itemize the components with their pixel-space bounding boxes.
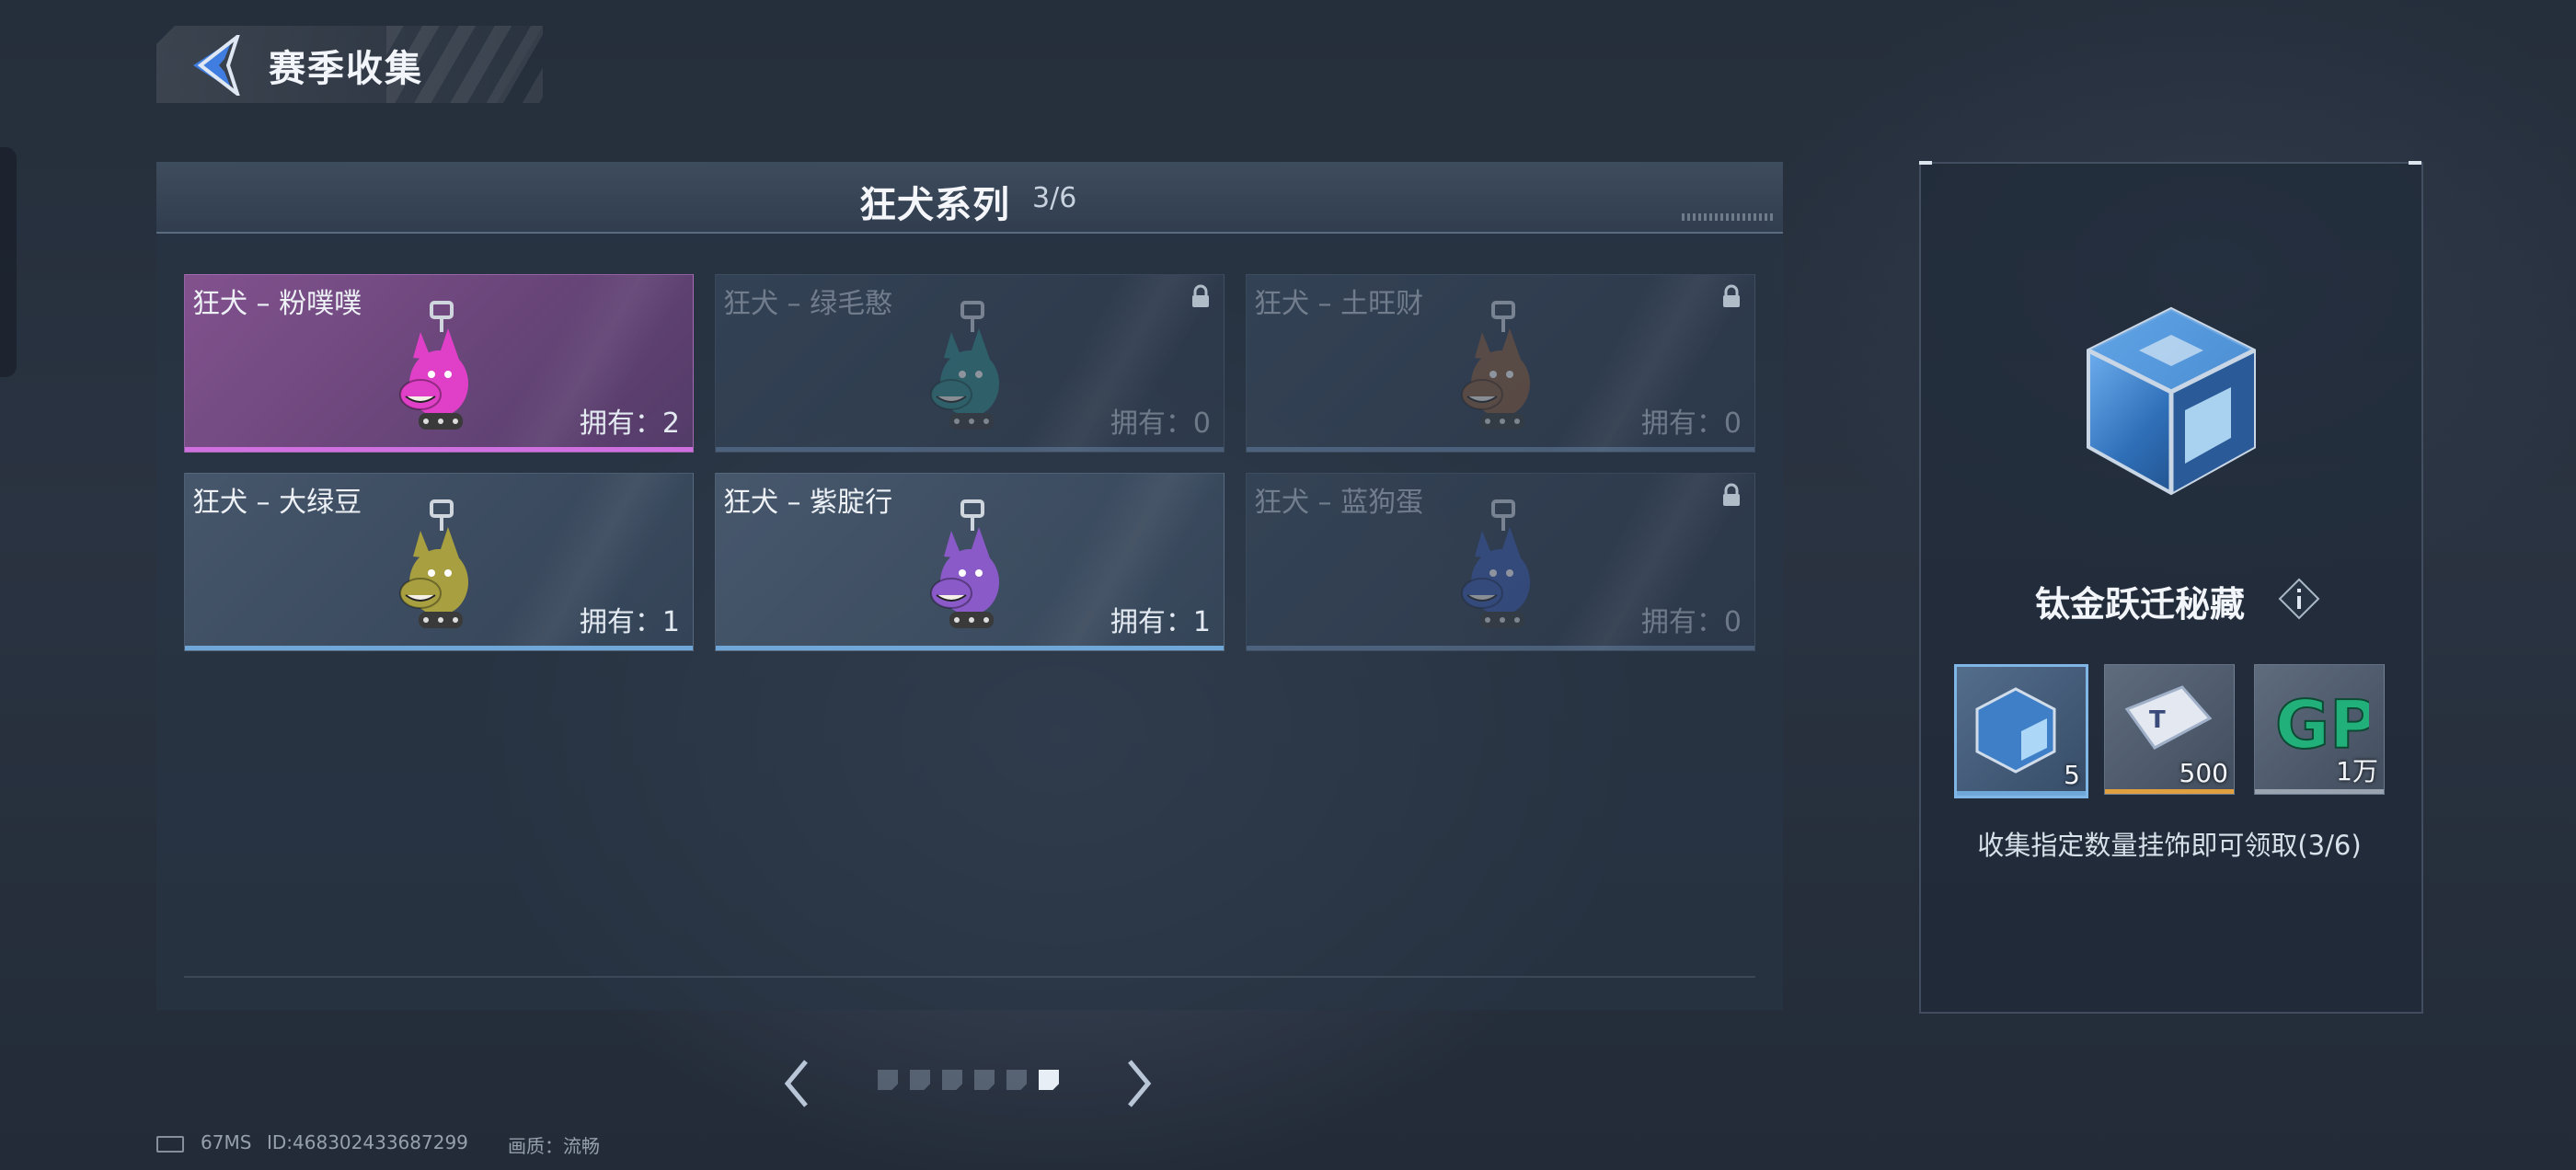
back-button[interactable] xyxy=(184,31,248,99)
page-dot[interactable] xyxy=(974,1070,995,1090)
dog-charm-icon xyxy=(395,301,477,439)
card-rarity-bar xyxy=(1247,447,1754,452)
reward-item[interactable]: 5 xyxy=(1954,664,2088,798)
owned-count: 拥有：1 xyxy=(579,606,680,638)
previous-page-button[interactable] xyxy=(778,1056,815,1111)
owned-count: 拥有：0 xyxy=(1640,407,1742,440)
reward-quantity: 500 xyxy=(2179,758,2228,788)
lock-icon xyxy=(1190,284,1211,308)
owned-count: 拥有：1 xyxy=(1110,606,1211,638)
reward-item[interactable]: T 500 xyxy=(2104,664,2235,795)
info-button[interactable] xyxy=(2278,578,2320,620)
page-dot[interactable] xyxy=(910,1070,930,1090)
panel-corner-mark xyxy=(1919,161,1932,165)
player-id: ID:468302433687299 xyxy=(267,1131,468,1153)
ping-readout: 67MS xyxy=(201,1131,252,1153)
card-name: 狂犬 – 粉噗噗 xyxy=(192,288,362,320)
reward-rarity-bar xyxy=(2255,789,2384,794)
reward-quantity: 1万 xyxy=(2336,756,2378,786)
reward-rarity-bar xyxy=(2105,789,2234,794)
card-name: 狂犬 – 土旺财 xyxy=(1254,288,1424,320)
collection-card[interactable]: 狂犬 – 蓝狗蛋拥有：0 xyxy=(1246,473,1755,651)
card-rarity-bar xyxy=(716,447,1224,452)
card-name: 狂犬 – 蓝狗蛋 xyxy=(1254,487,1424,519)
dog-charm-icon xyxy=(926,499,1008,637)
reward-cube-image xyxy=(2070,300,2272,502)
panel-divider xyxy=(184,976,1755,978)
card-name: 狂犬 – 大绿豆 xyxy=(192,487,362,519)
lock-icon xyxy=(1721,284,1742,308)
side-edge-tab xyxy=(0,147,17,377)
page-title: 赛季收集 xyxy=(269,48,423,90)
card-name: 狂犬 – 绿毛憨 xyxy=(723,288,893,320)
dog-charm-icon xyxy=(395,499,477,637)
owned-count: 拥有：2 xyxy=(579,407,680,440)
card-rarity-bar xyxy=(1247,646,1754,650)
svg-text:T: T xyxy=(2149,706,2166,734)
owned-count: 拥有：0 xyxy=(1110,407,1211,440)
dog-charm-icon xyxy=(1456,301,1539,439)
collection-card[interactable]: 狂犬 – 大绿豆拥有：1 xyxy=(184,473,694,651)
page-dot[interactable] xyxy=(878,1070,898,1090)
page-dot[interactable] xyxy=(1039,1070,1059,1090)
collection-card[interactable]: 狂犬 – 紫腚行拥有：1 xyxy=(715,473,1225,651)
reward-quantity: 5 xyxy=(2064,760,2080,790)
dog-charm-icon xyxy=(926,301,1008,439)
back-arrow-icon xyxy=(193,31,241,99)
next-page-button[interactable] xyxy=(1121,1056,1157,1111)
owned-count: 拥有：0 xyxy=(1640,606,1742,638)
reward-rarity-bar xyxy=(1957,791,2086,796)
page-dot[interactable] xyxy=(1006,1070,1027,1090)
header-decoration-left xyxy=(169,171,252,184)
card-rarity-bar xyxy=(185,447,693,452)
lock-icon xyxy=(1721,483,1742,507)
ticket-icon: T xyxy=(2118,682,2219,759)
battery-icon xyxy=(156,1136,184,1153)
reward-item[interactable]: GP 1万 xyxy=(2254,664,2385,795)
dog-charm-icon xyxy=(1456,499,1539,637)
collection-card[interactable]: 狂犬 – 绿毛憨拥有：0 xyxy=(715,274,1225,453)
card-name: 狂犬 – 紫腚行 xyxy=(723,487,893,519)
chevron-left-icon xyxy=(784,1060,808,1107)
titanium-cube-icon xyxy=(1970,683,2062,779)
series-title: 狂犬系列 xyxy=(859,184,1010,226)
reward-description: 收集指定数量挂饰即可领取(3/6) xyxy=(1977,830,2362,861)
panel-corner-mark xyxy=(2409,161,2421,165)
header-decoration-right xyxy=(1682,213,1774,221)
info-icon xyxy=(2278,578,2320,620)
collection-card[interactable]: 狂犬 – 粉噗噗拥有：2 xyxy=(184,274,694,453)
card-rarity-bar xyxy=(185,646,693,650)
series-progress: 3/6 xyxy=(1032,182,1077,214)
chevron-right-icon xyxy=(1128,1060,1152,1107)
page-dot[interactable] xyxy=(942,1070,962,1090)
collection-card[interactable]: 狂犬 – 土旺财拥有：0 xyxy=(1246,274,1755,453)
titanium-cube-icon xyxy=(2087,306,2256,496)
quality-setting: 画质：流畅 xyxy=(508,1135,600,1157)
card-rarity-bar xyxy=(716,646,1224,650)
